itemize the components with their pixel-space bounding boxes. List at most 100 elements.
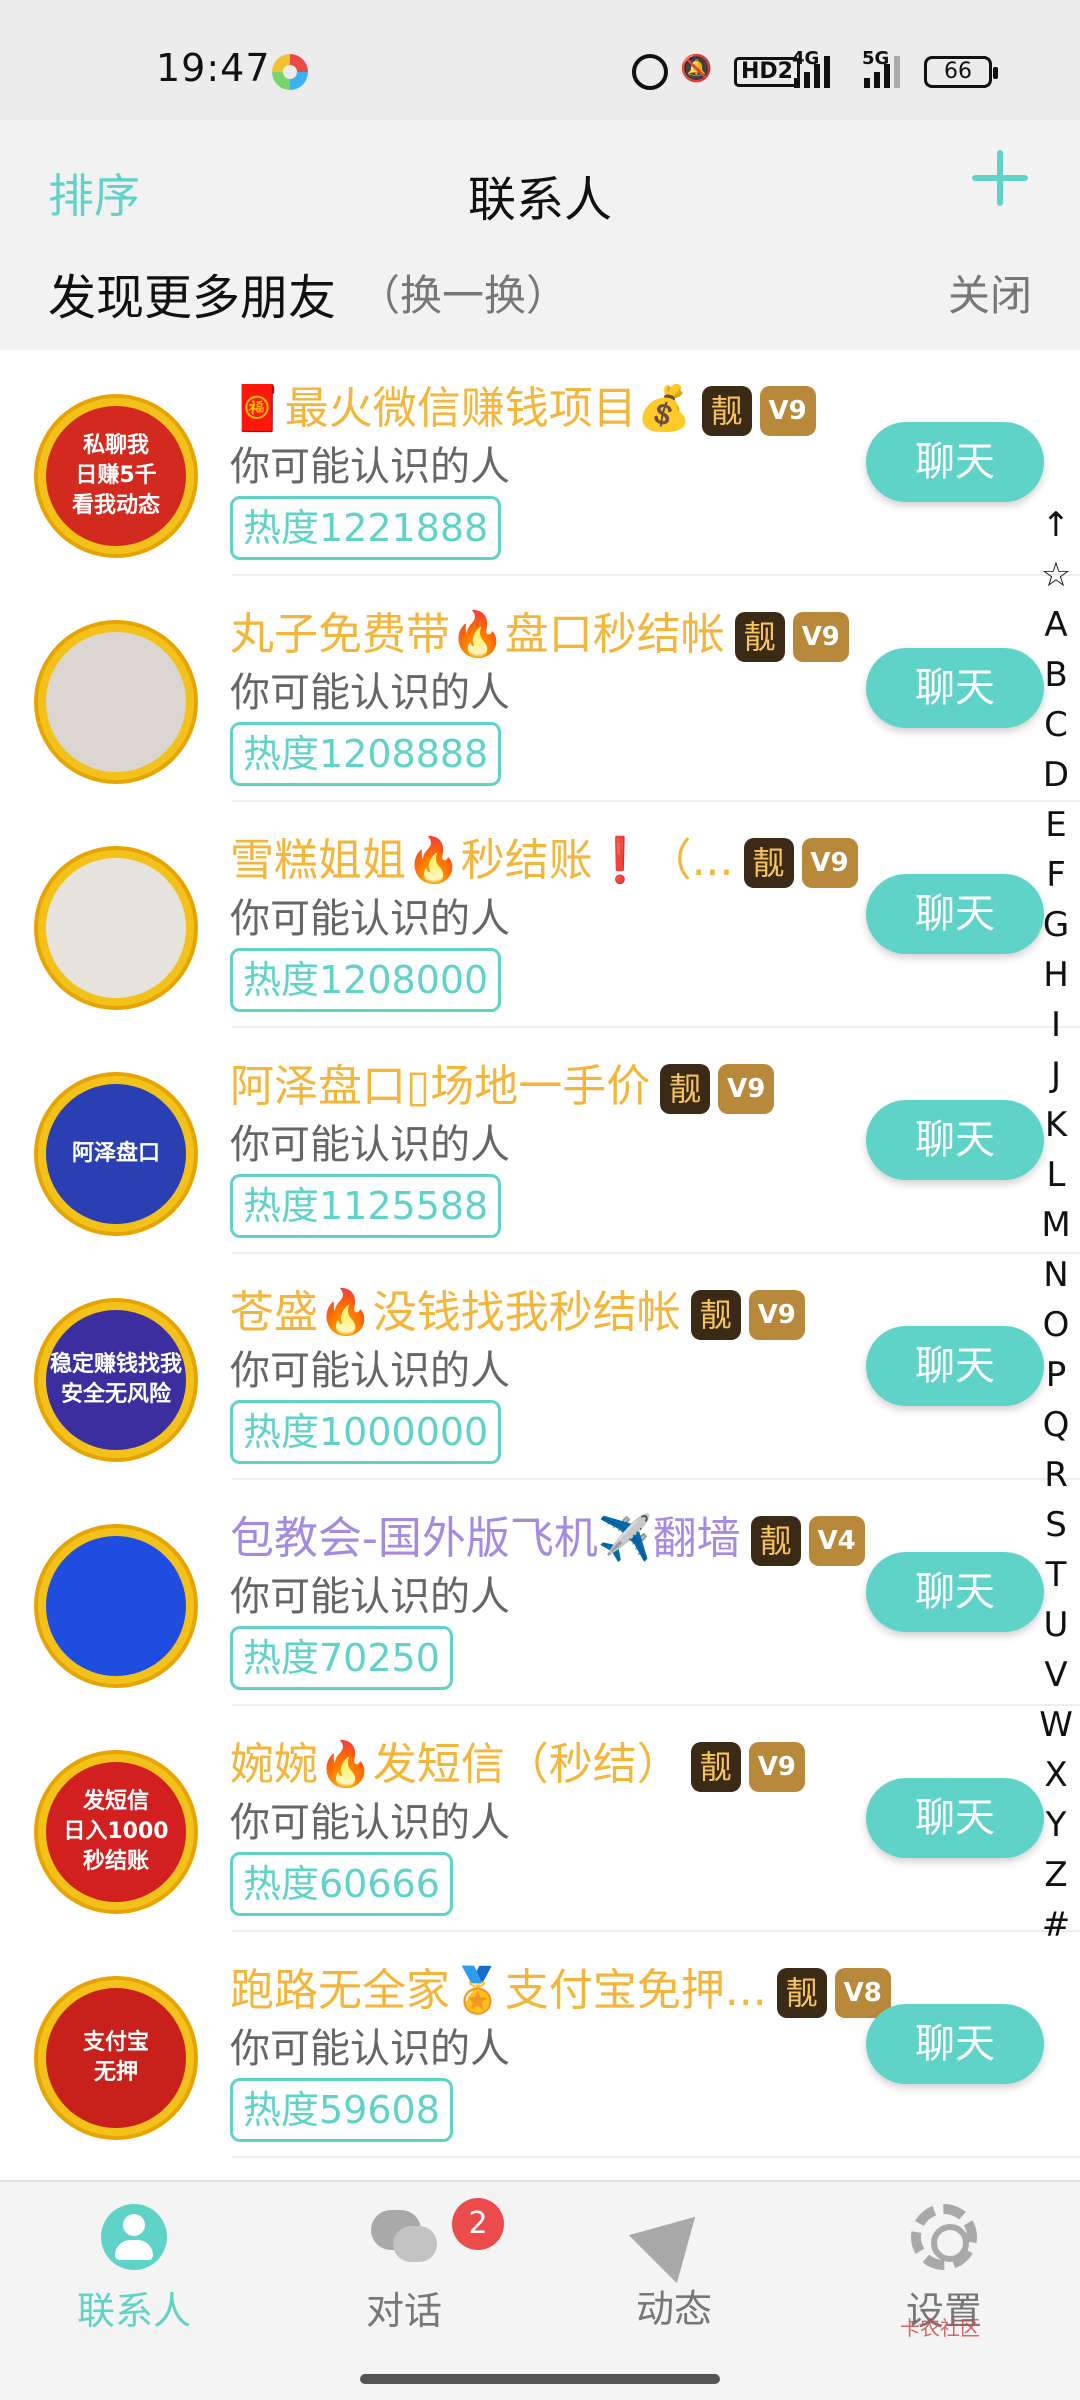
contact-row[interactable]: 发短信 日入1000 秒结账 婉婉🔥发短信（秒结）靓 V9 你可能认识的人 热度6066… bbox=[0, 1706, 1080, 1932]
home-indicator[interactable] bbox=[360, 2374, 720, 2384]
index-letter[interactable]: P bbox=[1036, 1350, 1076, 1400]
index-letter[interactable]: W bbox=[1036, 1700, 1076, 1750]
contacts-header: 排序 联系人 发现更多朋友 （换一换） 关闭 bbox=[0, 120, 1080, 350]
index-letter[interactable]: L bbox=[1036, 1150, 1076, 1200]
chat-bubble-icon bbox=[371, 2204, 437, 2270]
unread-badge: 2 bbox=[452, 2198, 504, 2250]
contact-name: 阿泽盘口▯场地一手价靓 V9 bbox=[230, 1050, 775, 1114]
chat-button[interactable]: 聊天 bbox=[866, 874, 1044, 954]
index-letter[interactable]: J bbox=[1036, 1050, 1076, 1100]
avatar[interactable] bbox=[38, 850, 194, 1006]
avatar[interactable]: 私聊我 日赚5千 看我动态 bbox=[38, 398, 194, 554]
contact-row[interactable]: 丸子免费带🔥盘口秒结帐靓 V9 你可能认识的人 热度1208888 聊天 bbox=[0, 576, 1080, 802]
index-letter[interactable]: C bbox=[1036, 700, 1076, 750]
avatar[interactable]: 稳定赚钱找我 安全无风险 bbox=[38, 1302, 194, 1458]
chat-button[interactable]: 聊天 bbox=[866, 1100, 1044, 1180]
index-letter[interactable]: ↑ bbox=[1036, 500, 1076, 550]
chat-button[interactable]: 聊天 bbox=[866, 1326, 1044, 1406]
liang-badge: 靓 bbox=[750, 1516, 801, 1566]
alphabet-index-bar[interactable]: ↑ ☆ A B C D E F G H I J K L M N O P Q R S T U V W X Y Z # bbox=[1036, 500, 1076, 1950]
contact-name: 包教会-国外版飞机✈️翻墙靓 V4 bbox=[230, 1502, 865, 1566]
tab-conversations[interactable]: 2 对话 bbox=[304, 2198, 504, 2335]
index-letter[interactable]: N bbox=[1036, 1250, 1076, 1300]
contact-subtitle: 你可能认识的人 bbox=[230, 1574, 510, 1620]
index-letter[interactable]: Q bbox=[1036, 1400, 1076, 1450]
gear-icon bbox=[911, 2204, 977, 2270]
plus-icon[interactable] bbox=[972, 150, 1028, 206]
index-letter[interactable]: O bbox=[1036, 1300, 1076, 1350]
contact-name: 🧧最火微信赚钱项目💰 靓 V9 bbox=[230, 372, 816, 436]
avatar[interactable] bbox=[38, 624, 194, 780]
tab-label: 动态 bbox=[635, 2287, 712, 2331]
contact-name-text: 阿泽盘口▯场地一手价 bbox=[230, 1061, 651, 1112]
avatar[interactable] bbox=[38, 1528, 194, 1684]
contact-icon bbox=[101, 2204, 167, 2270]
vip-level-badge: V9 bbox=[792, 612, 849, 662]
contact-name: 婉婉🔥发短信（秒结）靓 V9 bbox=[230, 1728, 805, 1792]
tab-moments[interactable]: 动态 bbox=[574, 2192, 774, 2333]
index-letter[interactable]: Y bbox=[1036, 1800, 1076, 1850]
avatar[interactable]: 发短信 日入1000 秒结账 bbox=[38, 1754, 194, 1910]
index-letter[interactable]: R bbox=[1036, 1450, 1076, 1500]
liang-badge: 靓 bbox=[690, 1742, 741, 1792]
index-letter[interactable]: # bbox=[1036, 1900, 1076, 1950]
heat-badge: 热度1000000 bbox=[230, 1400, 502, 1464]
index-letter[interactable]: F bbox=[1036, 850, 1076, 900]
tab-contacts[interactable]: 联系人 bbox=[34, 2204, 234, 2335]
chat-button[interactable]: 聊天 bbox=[866, 1778, 1044, 1858]
index-letter[interactable]: S bbox=[1036, 1500, 1076, 1550]
index-letter[interactable]: A bbox=[1036, 600, 1076, 650]
contact-row[interactable]: 雪糕姐姐🔥秒结账❗（... 靓 V9 你可能认识的人 热度1208000 聊天 bbox=[0, 802, 1080, 1028]
app-root: 19:47 🔕 HD2 4G 5G 66 排序 联系人 发现更多朋友 （换一换）… bbox=[0, 0, 1080, 2400]
vip-level-badge: V9 bbox=[718, 1064, 775, 1114]
app-notification-icon bbox=[272, 54, 308, 90]
contact-row[interactable]: 支付宝 无押 跑路无全家🏅支付宝免押... 靓 V8 你可能认识的人 热度59608 聊天 bbox=[0, 1932, 1080, 2158]
index-letter[interactable]: G bbox=[1036, 900, 1076, 950]
liang-badge: 靓 bbox=[776, 1968, 827, 2018]
contact-row[interactable]: 阿泽盘口 阿泽盘口▯场地一手价靓 V9 你可能认识的人 热度1125588 聊天 bbox=[0, 1028, 1080, 1254]
discover-title: 发现更多朋友 bbox=[48, 270, 337, 326]
status-bar: 19:47 🔕 HD2 4G 5G 66 bbox=[0, 0, 1080, 120]
index-letter[interactable]: B bbox=[1036, 650, 1076, 700]
index-letter[interactable]: I bbox=[1036, 1000, 1076, 1050]
index-letter[interactable]: K bbox=[1036, 1100, 1076, 1150]
index-letter[interactable]: E bbox=[1036, 800, 1076, 850]
suggested-contacts-list: 私聊我 日赚5千 看我动态 🧧最火微信赚钱项目💰 靓 V9 你可能认识的人 热度12218… bbox=[0, 350, 1080, 2158]
contact-name: 苍盛🔥没钱找我秒结帐靓 V9 bbox=[230, 1276, 805, 1340]
contact-row[interactable]: 稳定赚钱找我 安全无风险 苍盛🔥没钱找我秒结帐靓 V9 你可能认识的人 热度100000… bbox=[0, 1254, 1080, 1480]
contact-name-text: 🧧最火微信赚钱项目💰 bbox=[230, 383, 692, 434]
contact-name: 雪糕姐姐🔥秒结账❗（... 靓 V9 bbox=[230, 824, 858, 888]
tab-label: 对话 bbox=[365, 2289, 442, 2333]
index-letter[interactable]: ☆ bbox=[1036, 550, 1076, 600]
chat-button[interactable]: 聊天 bbox=[866, 648, 1044, 728]
tab-label: 联系人 bbox=[76, 2289, 191, 2333]
refresh-suggestions-button[interactable]: （换一换） bbox=[358, 262, 568, 323]
index-letter[interactable]: D bbox=[1036, 750, 1076, 800]
heat-badge: 热度1125588 bbox=[230, 1174, 502, 1238]
liang-badge: 靓 bbox=[743, 838, 794, 888]
index-letter[interactable]: Z bbox=[1036, 1850, 1076, 1900]
index-letter[interactable]: X bbox=[1036, 1750, 1076, 1800]
index-letter[interactable]: T bbox=[1036, 1550, 1076, 1600]
contact-subtitle: 你可能认识的人 bbox=[230, 2026, 510, 2072]
index-letter[interactable]: U bbox=[1036, 1600, 1076, 1650]
contact-row[interactable]: 私聊我 日赚5千 看我动态 🧧最火微信赚钱项目💰 靓 V9 你可能认识的人 热度12218… bbox=[0, 350, 1080, 576]
chat-button[interactable]: 聊天 bbox=[866, 2004, 1044, 2084]
chat-button[interactable]: 聊天 bbox=[866, 1552, 1044, 1632]
mute-bell-icon: 🔕 bbox=[680, 54, 713, 84]
heat-badge: 热度60666 bbox=[230, 1852, 453, 1916]
index-letter[interactable]: V bbox=[1036, 1650, 1076, 1700]
chat-button[interactable]: 聊天 bbox=[866, 422, 1044, 502]
vip-level-badge: V9 bbox=[801, 838, 858, 888]
index-letter[interactable]: M bbox=[1036, 1200, 1076, 1250]
avatar[interactable]: 阿泽盘口 bbox=[38, 1076, 194, 1232]
contact-name: 丸子免费带🔥盘口秒结帐靓 V9 bbox=[230, 598, 849, 662]
close-discover-button[interactable]: 关闭 bbox=[948, 262, 1032, 323]
avatar[interactable]: 支付宝 无押 bbox=[38, 1980, 194, 2136]
contact-row[interactable]: 包教会-国外版飞机✈️翻墙靓 V4 你可能认识的人 热度70250 聊天 bbox=[0, 1480, 1080, 1706]
contact-name-text: 包教会-国外版飞机✈️翻墙 bbox=[230, 1513, 741, 1564]
index-letter[interactable]: H bbox=[1036, 950, 1076, 1000]
bottom-navigation: 联系人 2 对话 动态 设置 卡农社区 bbox=[0, 2180, 1080, 2400]
contact-name-text: 雪糕姐姐🔥秒结账❗（... bbox=[230, 835, 734, 886]
contact-subtitle: 你可能认识的人 bbox=[230, 670, 510, 716]
